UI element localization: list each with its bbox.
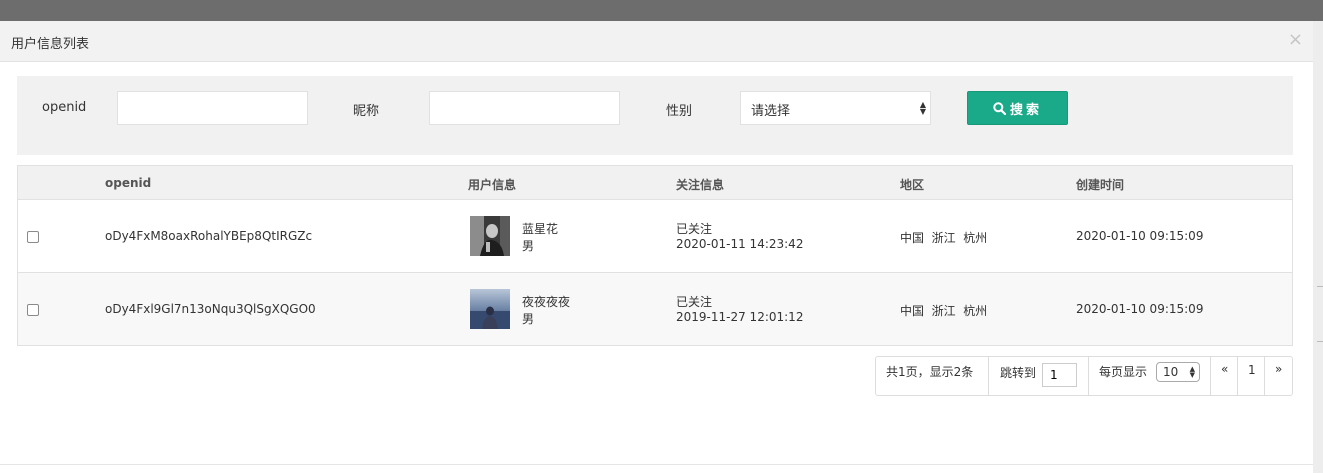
backdrop-divider — [1317, 341, 1323, 342]
per-page-select[interactable]: 10 ▲ ▼ — [1156, 362, 1200, 382]
follow-time-cell: 2020-01-11 14:23:42 — [676, 237, 804, 251]
created-time-cell: 2020-01-10 09:15:09 — [1076, 302, 1204, 316]
col-header-follow-info: 关注信息 — [676, 178, 725, 192]
nickname-cell: 夜夜夜夜 — [522, 295, 571, 309]
gender-cell: 男 — [522, 239, 535, 253]
jump-to-cell: 跳转到 — [989, 357, 1089, 395]
openid-label: openid — [42, 100, 87, 115]
search-panel: openid 昵称 性别 请选择 ▲ ▼ 搜索 — [17, 76, 1293, 155]
gender-select[interactable]: 请选择 ▲ ▼ — [740, 91, 931, 125]
follow-status-cell: 已关注 — [676, 295, 713, 309]
created-time-cell: 2020-01-10 09:15:09 — [1076, 229, 1204, 243]
pagination-summary-cell: 共1页，显示2条 — [876, 357, 989, 395]
region-cell: 中国 浙江 杭州 — [900, 304, 988, 318]
avatar — [470, 216, 510, 256]
nickname-cell: 蓝星花 — [522, 222, 559, 236]
pagination: 共1页，显示2条 跳转到 每页显示 10 ▲▼ « 1 » — [875, 356, 1293, 396]
col-header-user-info: 用户信息 — [468, 178, 517, 192]
page-1-button[interactable]: 1 — [1238, 357, 1265, 395]
next-page-button[interactable]: » — [1265, 357, 1292, 395]
nickname-label: 昵称 — [353, 104, 380, 119]
close-icon[interactable]: × — [1288, 30, 1303, 50]
modal-header: 用户信息列表 × — [0, 21, 1313, 62]
select-arrows-icon: ▲ ▼ — [1189, 365, 1195, 379]
modal-footer-divider — [0, 464, 1313, 465]
table-row[interactable]: oDy4FxM8oaxRohalYBEp8QtIRGZc 蓝星花 男 已关注 2… — [18, 200, 1292, 273]
col-header-openid: openid — [105, 176, 152, 190]
pagination-summary: 共1页，显示2条 — [886, 365, 974, 379]
per-page-cell: 每页显示 10 ▲ ▼ — [1089, 357, 1211, 395]
region-cell: 中国 浙江 杭州 — [900, 231, 988, 245]
prev-page-icon: « — [1221, 362, 1229, 376]
col-header-created: 创建时间 — [1076, 178, 1125, 192]
col-header-region: 地区 — [900, 178, 925, 192]
table-row[interactable]: oDy4Fxl9Gl7n13oNqu3QlSgXQGO0 夜夜夜夜 男 已关注 … — [18, 273, 1292, 345]
next-page-icon: » — [1275, 362, 1283, 376]
user-info-modal: 用户信息列表 × openid 昵称 性别 请选择 ▲ ▼ 搜索 openid 用… — [0, 21, 1313, 473]
openid-cell: oDy4Fxl9Gl7n13oNqu3QlSgXQGO0 — [105, 302, 316, 316]
row-checkbox[interactable] — [27, 231, 39, 243]
jump-to-label: 跳转到 — [1000, 366, 1037, 380]
nickname-input[interactable] — [429, 91, 620, 125]
gender-select-value: 请选择 — [751, 104, 791, 119]
select-arrows-icon: ▲ ▼ — [919, 100, 926, 116]
search-button[interactable]: 搜索 — [967, 91, 1068, 125]
follow-status-cell: 已关注 — [676, 222, 713, 236]
user-table: openid 用户信息 关注信息 地区 创建时间 oDy4FxM8oaxRoha… — [17, 165, 1293, 346]
gender-label: 性别 — [666, 104, 693, 119]
prev-page-button[interactable]: « — [1211, 357, 1238, 395]
jump-to-input[interactable] — [1042, 363, 1077, 387]
backdrop-divider — [1317, 286, 1323, 287]
gender-cell: 男 — [522, 312, 535, 326]
per-page-value: 10 — [1163, 365, 1179, 379]
page-number: 1 — [1248, 363, 1256, 377]
per-page-label: 每页显示 — [1099, 365, 1148, 379]
modal-title: 用户信息列表 — [11, 37, 90, 52]
search-button-label: 搜索 — [1009, 102, 1042, 118]
follow-time-cell: 2019-11-27 12:01:12 — [676, 310, 804, 324]
row-checkbox[interactable] — [27, 304, 39, 316]
table-header: openid 用户信息 关注信息 地区 创建时间 — [18, 166, 1292, 200]
page-backdrop-top — [0, 0, 1323, 21]
avatar — [470, 289, 510, 329]
openid-input[interactable] — [117, 91, 308, 125]
openid-cell: oDy4FxM8oaxRohalYBEp8QtIRGZc — [105, 229, 313, 243]
page-backdrop-right — [1313, 21, 1323, 473]
search-icon — [993, 101, 1006, 115]
